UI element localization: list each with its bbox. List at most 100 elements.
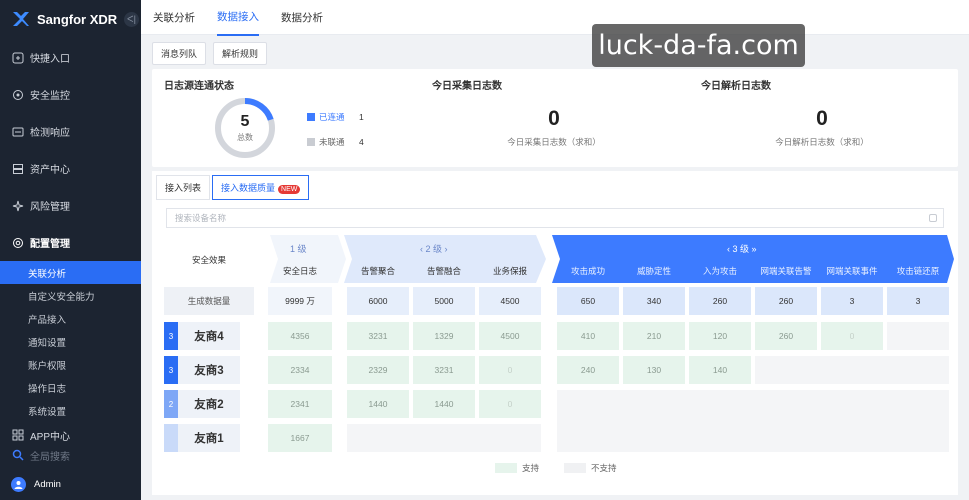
level-1-label: 1 级	[290, 244, 307, 254]
vendor-3-name: 友商3	[178, 356, 240, 384]
subtab-message-queue[interactable]: 消息列队	[152, 41, 207, 65]
gen-alert-aggregation: 6000	[347, 287, 409, 315]
nosupport-swatch	[564, 463, 586, 473]
table-cell: 140	[689, 356, 751, 384]
vendor-4-level-tag: 3	[164, 322, 178, 350]
gen-net-endpoint-alert: 260	[755, 287, 817, 315]
connected-value: 1	[359, 112, 364, 122]
disconnected-label: 未联通	[319, 137, 345, 147]
sidebar-item-global-search[interactable]: 全局搜索	[0, 447, 141, 463]
vendor-2-name: 友商2	[178, 390, 240, 418]
sidebar-item-config[interactable]: 配置管理	[0, 224, 141, 261]
asset-icon	[13, 163, 23, 174]
sidebar-item-label: 资产中心	[30, 165, 70, 176]
gear-icon	[13, 237, 23, 248]
gen-volume-label: 生成数据量	[164, 287, 254, 315]
table-cell: 3231	[347, 322, 409, 350]
table-cell: 0	[479, 390, 541, 418]
shortcut-icon	[12, 52, 24, 63]
unsupported-cell	[887, 322, 949, 350]
table-cell: 2329	[347, 356, 409, 384]
search-icon	[929, 214, 937, 222]
tab-data-analysis[interactable]: 数据分析	[281, 0, 323, 35]
sangfor-logo-icon	[13, 12, 29, 26]
level-3-label: ‹ 3 级 »	[727, 244, 757, 254]
sidebar-item-label: 配置管理	[30, 239, 70, 250]
sidebar-item-shortcut[interactable]: 快捷入口	[0, 39, 141, 76]
gen-attack-success: 650	[557, 287, 619, 315]
table-cell: 0	[479, 356, 541, 384]
sidebar-sub-account[interactable]: 账户权限	[0, 353, 141, 376]
sidebar-item-monitor[interactable]: 安全监控	[0, 76, 141, 113]
table-cell: 4500	[479, 322, 541, 350]
sidebar-item-app-center[interactable]: APP中心	[0, 426, 141, 444]
main-content: 关联分析 数据接入 数据分析 消息列队 解析规则 日志源连通状态 5 总数 已连…	[141, 0, 969, 500]
vendor-2-level-tag: 2	[164, 390, 178, 418]
sidebar-sub-notification[interactable]: 通知设置	[0, 330, 141, 353]
user-icon	[14, 480, 23, 489]
brand-name: Sangfor XDR	[37, 11, 118, 27]
sidebar-sub-product-access[interactable]: 产品接入	[0, 307, 141, 330]
col-threat-qualify: 威胁定性	[636, 266, 671, 276]
sidebar-sub-oplog[interactable]: 操作日志	[0, 376, 141, 399]
unsupported-cell	[557, 390, 949, 452]
table-cell: 410	[557, 322, 619, 350]
table-cell: 1329	[413, 322, 475, 350]
col-alert-aggregation: 告警聚合	[360, 266, 395, 276]
brand: Sangfor XDR	[0, 0, 141, 38]
tab-label: 接入数据质量	[221, 183, 276, 193]
legend-disconnected: 未联通 4	[307, 136, 364, 148]
col-net-endpoint-event: 网端关联事件	[826, 266, 878, 276]
search-icon	[12, 449, 24, 461]
sidebar-item-label: 安全监控	[30, 91, 70, 102]
connected-swatch	[307, 113, 315, 121]
tab-access-list[interactable]: 接入列表	[156, 175, 211, 200]
sidebar-sub-correlation[interactable]: 关联分析	[0, 261, 141, 284]
connected-label: 已连通	[319, 112, 345, 122]
gen-business-report: 4500	[479, 287, 541, 315]
gen-attack-chain: 3	[887, 287, 949, 315]
device-search-input[interactable]: 搜索设备名称	[166, 208, 944, 228]
sidebar-item-detect[interactable]: 检测响应	[0, 113, 141, 150]
disconnected-swatch	[307, 138, 315, 146]
sidebar-item-risk[interactable]: 风险管理	[0, 187, 141, 224]
detect-icon	[12, 127, 24, 136]
parse-label: 今日解析日志数（求和）	[775, 137, 869, 147]
legend-nosupport: 不支持	[564, 462, 617, 474]
admin-account[interactable]: Admin	[0, 473, 141, 495]
sidebar-sub-system[interactable]: 系统设置	[0, 399, 141, 422]
total-count: 5	[240, 113, 250, 130]
collapse-sidebar-icon[interactable]: ᐸ|	[124, 12, 139, 27]
table-cell: 0	[821, 322, 883, 350]
sidebar-item-asset[interactable]: 资产中心	[0, 150, 141, 187]
level-2-label: ‹ 2 级 ›	[420, 244, 448, 254]
quality-tabs: 接入列表 接入数据质量 NEW	[156, 175, 311, 200]
tab-correlation[interactable]: 关联分析	[153, 0, 195, 35]
gen-threat-qualify: 340	[623, 287, 685, 315]
data-quality-panel: 接入列表 接入数据质量 NEW 搜索设备名称 1 级 ‹ 2 级 › ‹ 3 级 …	[152, 171, 958, 495]
risk-icon	[12, 200, 24, 211]
sidebar-item-label: 风险管理	[30, 202, 70, 213]
table-cell: 2341	[268, 390, 332, 418]
parse-count: 0	[816, 107, 828, 130]
avatar	[11, 476, 26, 492]
search-placeholder: 搜索设备名称	[175, 213, 227, 223]
sub-tab-bar: 消息列队 解析规则	[141, 39, 969, 67]
sidebar-sub-custom-capability[interactable]: 自定义安全能力	[0, 284, 141, 307]
col-net-endpoint-alert: 网端关联告警	[760, 266, 812, 276]
sidebar-item-label: 检测响应	[30, 128, 70, 139]
subtab-parse-rules[interactable]: 解析规则	[213, 41, 268, 65]
app-grid-icon	[12, 429, 24, 441]
tab-access-quality[interactable]: 接入数据质量 NEW	[212, 175, 310, 200]
support-label: 支持	[522, 463, 540, 473]
table-cell: 1667	[268, 424, 332, 452]
col-attack-success: 攻击成功	[570, 266, 605, 276]
table-cell: 3231	[413, 356, 475, 384]
table-cell: 210	[623, 322, 685, 350]
gen-net-endpoint-event: 3	[821, 287, 883, 315]
col-business-report: 业务保报	[492, 266, 527, 276]
tab-data-access[interactable]: 数据接入	[217, 0, 259, 36]
total-label: 总数	[237, 133, 253, 142]
new-badge: NEW	[278, 185, 301, 194]
parse-title: 今日解析日志数	[701, 81, 771, 92]
